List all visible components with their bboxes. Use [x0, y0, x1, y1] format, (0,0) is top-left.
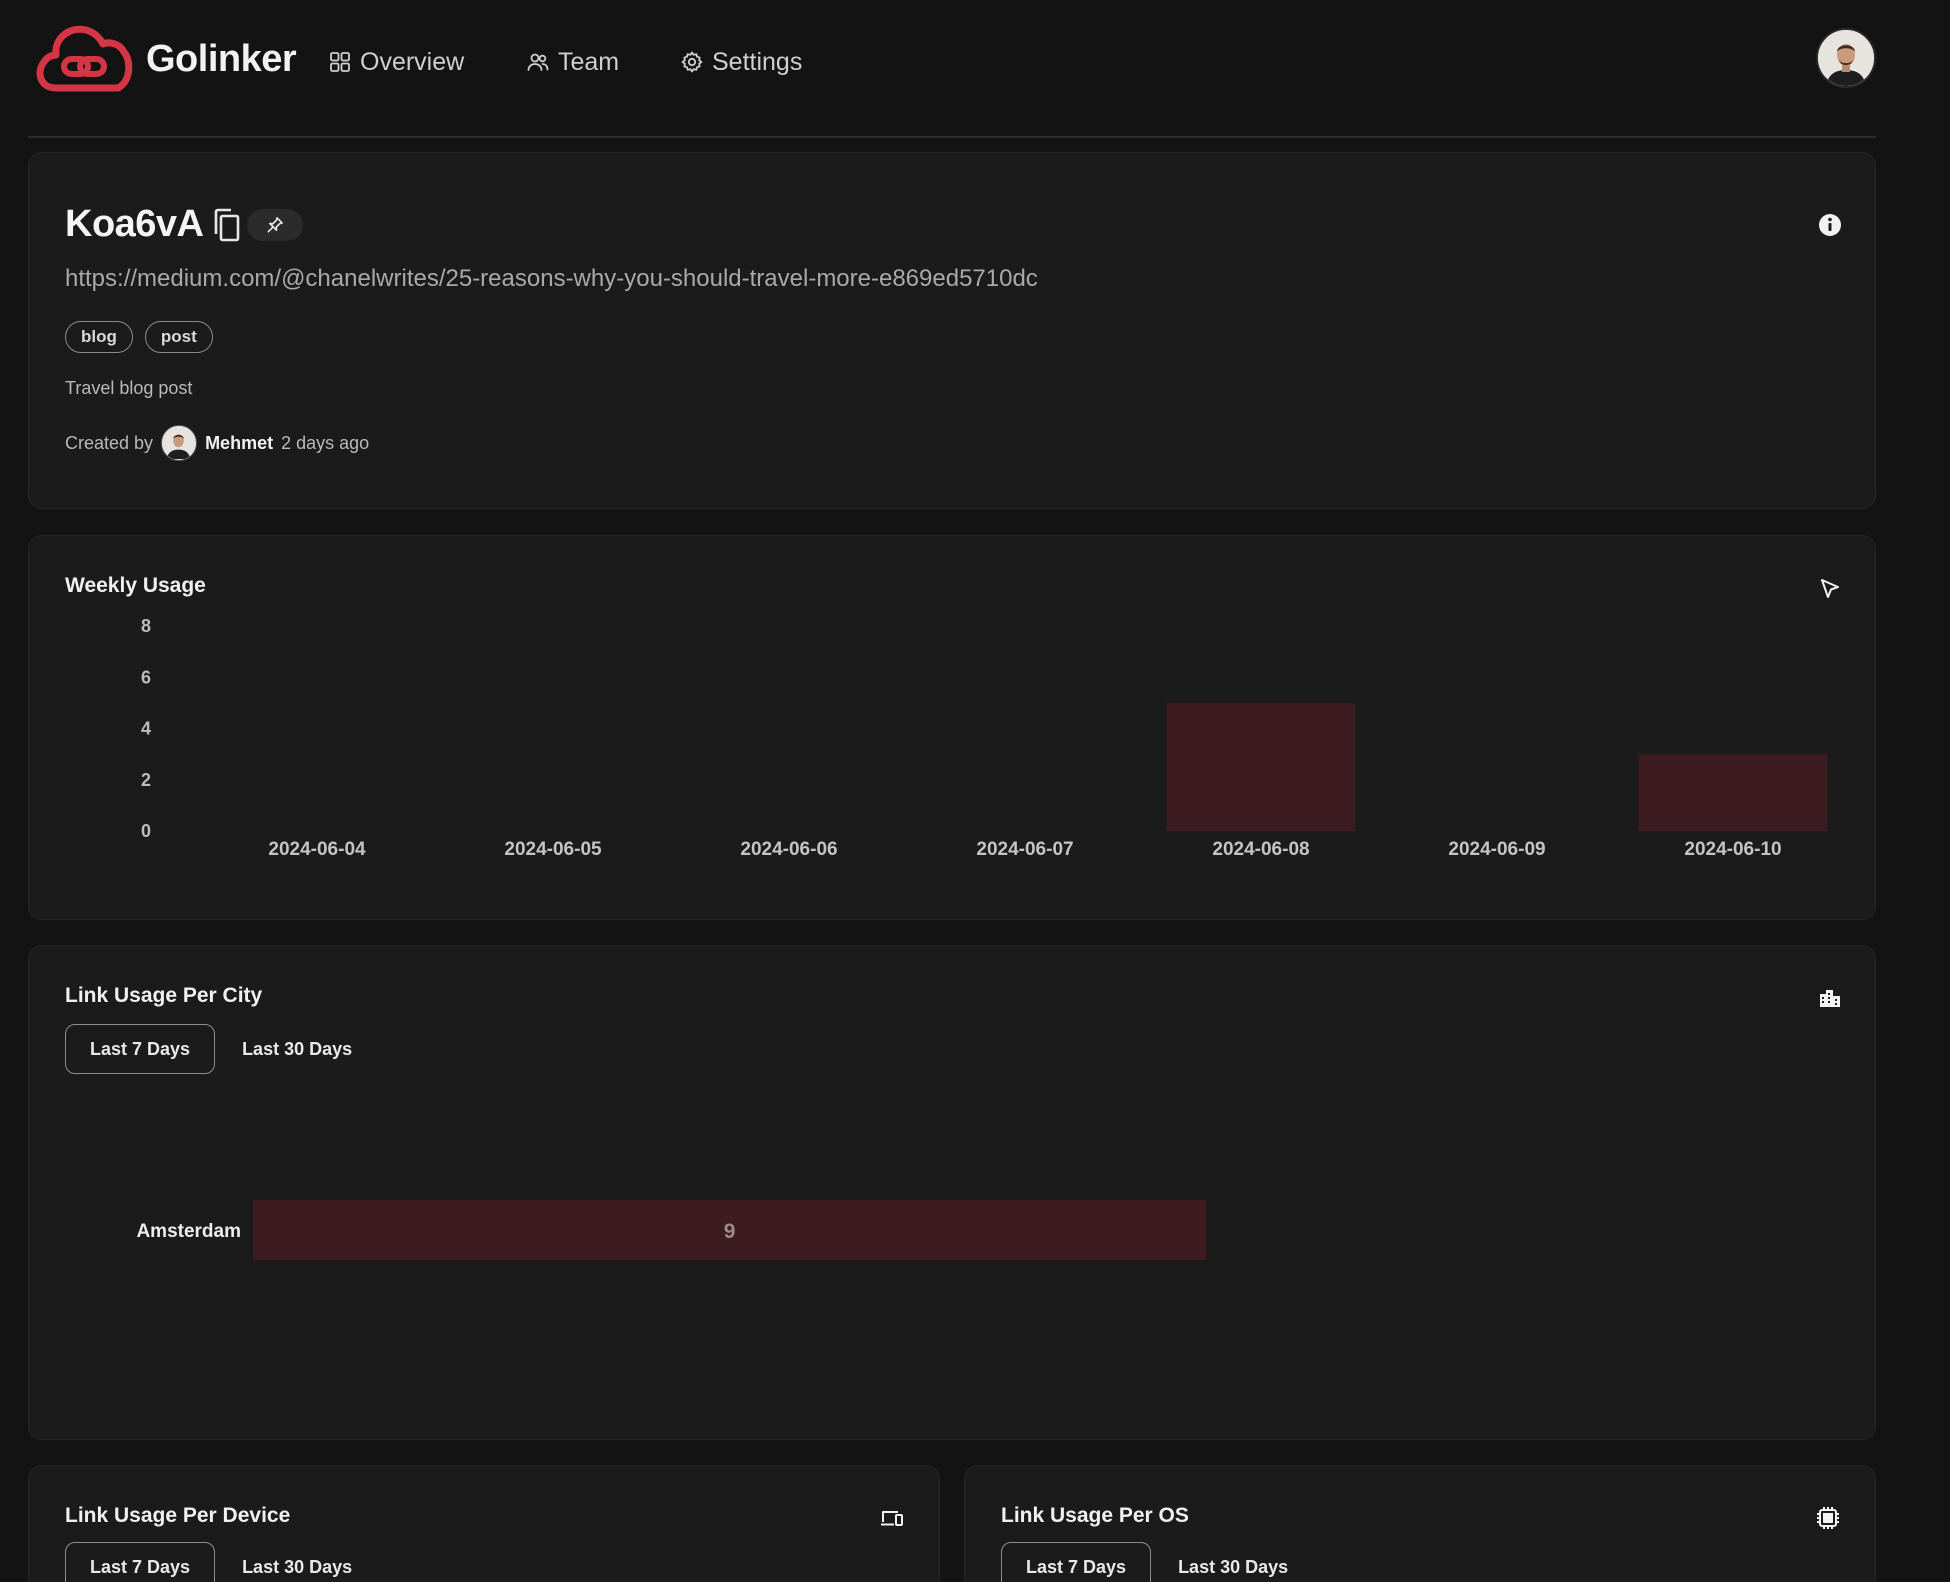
- top-navbar: Golinker Overview Team Settings: [0, 0, 1950, 138]
- weekly-usage-chart: 0 2 4 6 8 2024-06-04 2024-06-05 2024-06-06 2024-…: [141, 616, 1828, 860]
- nav-overview[interactable]: Overview: [328, 44, 464, 80]
- bar-value-label: 9: [724, 1220, 736, 1243]
- created-by-line: Created by Mehmet 2 days ago: [65, 425, 369, 461]
- city-label: Amsterdam: [136, 1221, 241, 1242]
- copy-icon[interactable]: [209, 207, 243, 243]
- x-tick-label: 2024-06-09: [1448, 839, 1545, 860]
- city-usage-chart: Amsterdam 9: [136, 1200, 1207, 1260]
- y-tick-label: 2: [141, 770, 151, 790]
- header-divider: [28, 136, 1876, 138]
- destination-url[interactable]: https://medium.com/@chanelwrites/25-reas…: [65, 265, 1038, 293]
- person-portrait-icon: [162, 426, 196, 459]
- nav-overview-label: Overview: [360, 47, 465, 76]
- device-usage-card: Link Usage Per Device Last 7 Days Last 3…: [28, 1465, 940, 1582]
- y-tick-label: 4: [141, 719, 151, 739]
- devices-icon: [881, 1511, 903, 1526]
- nav-settings[interactable]: Settings: [680, 44, 802, 80]
- creator-name[interactable]: Mehmet: [205, 433, 273, 454]
- x-tick-label: 2024-06-04: [268, 839, 366, 860]
- users-icon: [527, 53, 549, 71]
- tag-chip[interactable]: post: [144, 321, 213, 353]
- creator-avatar: [161, 425, 198, 461]
- gear-icon: [681, 51, 703, 73]
- device-range-tabs: Last 7 Days Last 30 Days: [65, 1542, 379, 1582]
- weekly-usage-card: Weekly Usage 0 2 4 6 8 2024-06-04 2024-06-05 20…: [28, 535, 1876, 920]
- x-tick-label: 2024-06-05: [504, 839, 602, 860]
- y-tick-label: 6: [141, 667, 151, 687]
- x-tick-label: 2024-06-07: [976, 839, 1073, 860]
- nav-settings-label: Settings: [712, 47, 803, 76]
- device-usage-title: Link Usage Per Device: [65, 1504, 291, 1527]
- tab-last-7-days[interactable]: Last 7 Days: [65, 1542, 216, 1582]
- link-detail-card: Koa6vA https://medium.com/@chanelwrites/…: [28, 152, 1876, 509]
- user-avatar[interactable]: [1816, 28, 1876, 88]
- created-time: 2 days ago: [281, 432, 370, 453]
- bar-2024-06-10[interactable]: [1638, 754, 1828, 831]
- tag-chip[interactable]: blog: [65, 321, 133, 353]
- golinker-logo-icon[interactable]: [34, 22, 134, 94]
- tab-last-30-days[interactable]: Last 30 Days: [217, 1542, 377, 1582]
- x-tick-label: 2024-06-08: [1212, 839, 1309, 860]
- city-usage-card: Link Usage Per City Last 7 Days Last 30 …: [28, 945, 1876, 1440]
- pin-icon: [267, 217, 283, 233]
- tag-list: blog post: [65, 321, 213, 353]
- tab-last-30-days[interactable]: Last 30 Days: [1153, 1542, 1313, 1582]
- x-tick-label: 2024-06-06: [740, 839, 837, 860]
- x-tick-label: 2024-06-10: [1684, 839, 1781, 860]
- link-slug: Koa6vA: [65, 203, 204, 245]
- y-tick-label: 8: [141, 616, 151, 636]
- pin-button[interactable]: [247, 209, 303, 241]
- info-icon[interactable]: [1817, 212, 1843, 238]
- nav-team-label: Team: [558, 47, 620, 76]
- link-description: Travel blog post: [65, 378, 193, 398]
- os-usage-title: Link Usage Per OS: [1001, 1504, 1189, 1527]
- cpu-icon: [1817, 1507, 1839, 1529]
- tab-last-7-days[interactable]: Last 7 Days: [1001, 1542, 1152, 1582]
- os-usage-card: Link Usage Per OS Last 7 Days Last 30 Da…: [964, 1465, 1876, 1582]
- grid-icon: [330, 52, 350, 72]
- created-by-label: Created by: [65, 432, 154, 453]
- y-tick-label: 0: [141, 821, 151, 841]
- brand-name[interactable]: Golinker: [146, 38, 297, 81]
- nav-team[interactable]: Team: [526, 44, 619, 80]
- os-range-tabs: Last 7 Days Last 30 Days: [1001, 1542, 1315, 1582]
- bar-2024-06-08[interactable]: [1166, 702, 1356, 831]
- person-portrait-icon: [1818, 30, 1874, 86]
